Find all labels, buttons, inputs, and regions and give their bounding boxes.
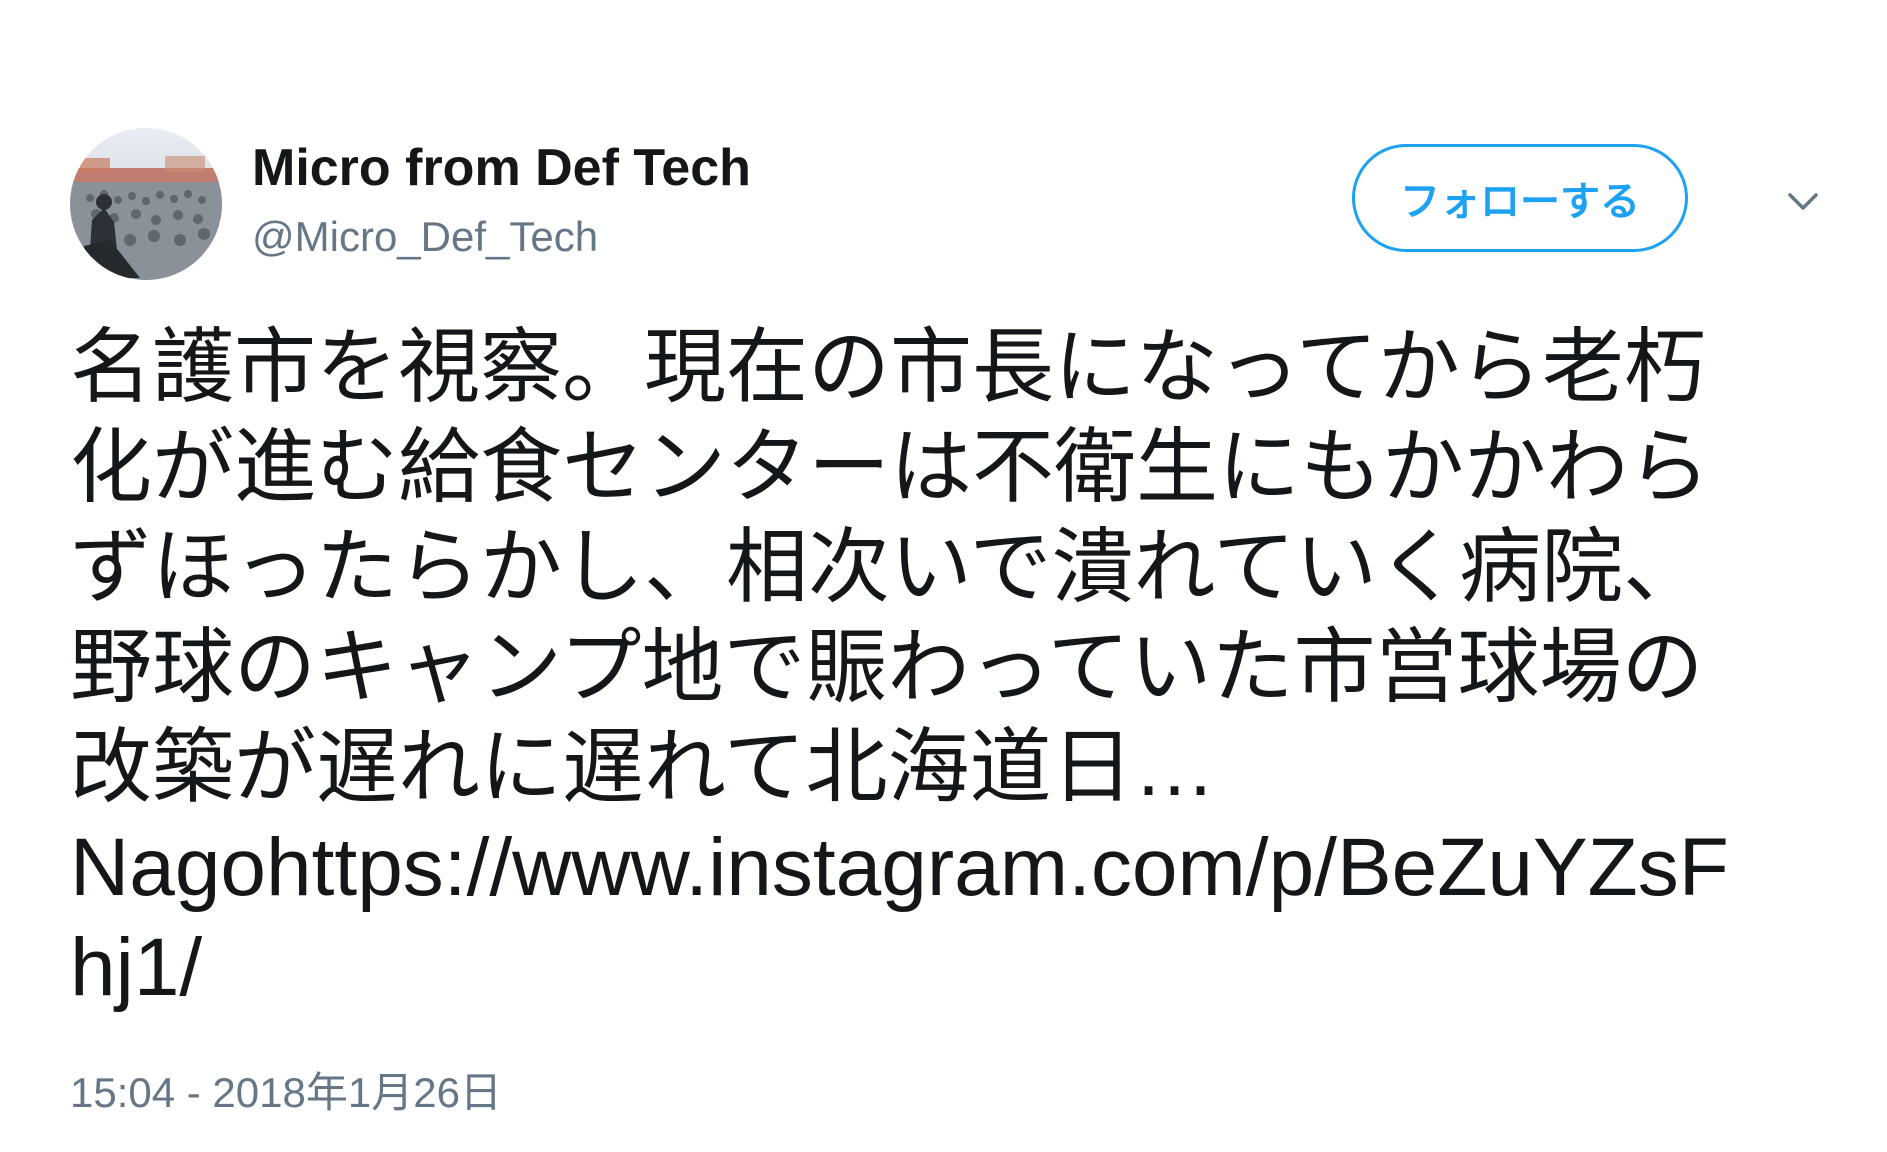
tweet-card: Micro from Def Tech @Micro_Def_Tech フォロー… xyxy=(0,0,1887,1152)
tweet-text-line: 改築が遅れに遅れて北海道日… xyxy=(70,722,1216,813)
chevron-down-icon[interactable] xyxy=(1778,176,1828,226)
follow-button[interactable]: フォローする xyxy=(1352,144,1688,252)
tweet-link[interactable]: Nagohttps://www.instagram.com/p/BeZuYZsF xyxy=(70,818,1850,918)
handle[interactable]: @Micro_Def_Tech xyxy=(252,212,598,262)
chevron-down-icon-svg xyxy=(1788,193,1818,210)
follow-button-label: フォローする xyxy=(1400,180,1640,224)
display-name[interactable]: Micro from Def Tech xyxy=(252,138,751,198)
tweet-text-line: 化が進む給食センターは不衛生にもかかわら xyxy=(70,422,1711,513)
tweet-text-line: ずほったらかし、相次いで潰れていく病院、 xyxy=(70,522,1706,613)
concert-crowd-avatar-icon xyxy=(70,128,222,280)
tweet-text: 名護市を視察。現在の市長になってから老朽 化が進む給食センターは不衛生にもかかわ… xyxy=(70,318,1850,1018)
timestamp[interactable]: 15:04 - 2018年1月26日 xyxy=(70,1068,502,1118)
tweet-text-line: 野球のキャンプ地で賑わっていた市営球場の xyxy=(70,622,1704,713)
tweet-link-continued[interactable]: hj1/ xyxy=(70,918,1850,1018)
avatar[interactable] xyxy=(70,128,222,280)
tweet-text-line: 名護市を視察。現在の市長になってから老朽 xyxy=(70,322,1706,413)
